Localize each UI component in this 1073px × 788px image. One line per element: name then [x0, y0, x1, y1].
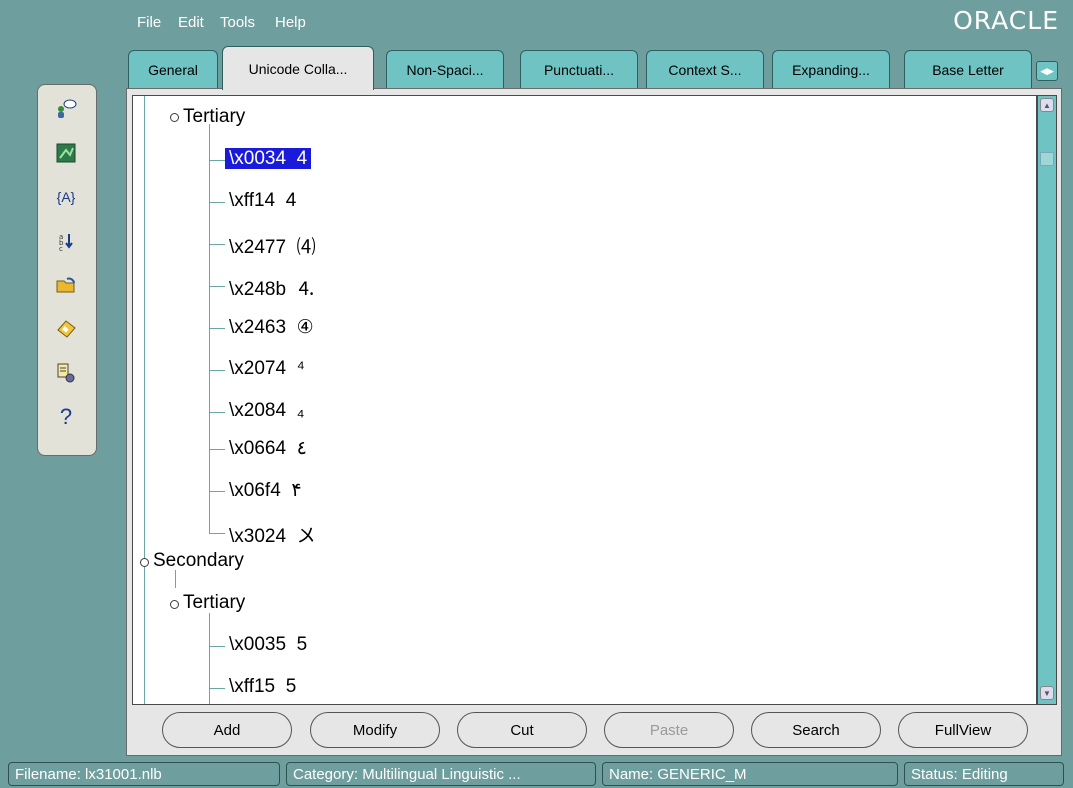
tree-branch [209, 244, 225, 245]
menu-file[interactable]: File [137, 14, 161, 31]
variable-braces-icon[interactable]: {A} [50, 183, 82, 211]
help-icon[interactable]: ? [50, 403, 82, 431]
collation-tree[interactable]: Tertiary \x0034 4 \xff14 4 \x2477 ⑷ \x24… [132, 95, 1037, 705]
fullview-button[interactable]: FullView [898, 712, 1028, 748]
settings-document-icon[interactable] [50, 359, 82, 387]
save-icon[interactable] [50, 315, 82, 343]
status-bar: Filename: lx31001.nlb Category: Multilin… [0, 758, 1073, 788]
tree-branch [209, 370, 225, 371]
tab-context-sensitive[interactable]: Context S... [646, 50, 764, 88]
search-button[interactable]: Search [751, 712, 881, 748]
tree-node-tertiary[interactable]: Tertiary [183, 592, 245, 614]
tree-branch [209, 412, 225, 413]
collapse-tertiary-icon[interactable] [170, 600, 179, 609]
tree-branch [209, 646, 225, 647]
svg-text:c: c [59, 245, 63, 252]
status-category: Category: Multilingual Linguistic ... [286, 762, 596, 786]
tree-entry[interactable]: \x2463 ④ [229, 316, 314, 339]
scroll-down-icon[interactable]: ▼ [1040, 686, 1054, 700]
tertiary-label: Tertiary [183, 592, 246, 613]
tool-palette: {A} abc ? [37, 84, 97, 456]
user-chat-icon[interactable] [50, 95, 82, 123]
tertiary-label: Tertiary [183, 106, 246, 127]
menu-edit[interactable]: Edit [178, 14, 204, 31]
status-state: Status: Editing [904, 762, 1064, 786]
menu-help[interactable]: Help [275, 14, 306, 31]
status-name: Name: GENERIC_M [602, 762, 898, 786]
tree-branch [209, 286, 225, 287]
tree-entry[interactable]: \x248b ⒋ [229, 274, 316, 301]
paste-button[interactable]: Paste [604, 712, 734, 748]
collapse-secondary-icon[interactable] [140, 558, 149, 567]
tree-entry[interactable]: \x0034 4 [225, 148, 312, 170]
open-folder-icon[interactable] [50, 271, 82, 299]
tree-branch [209, 202, 225, 203]
scroll-thumb[interactable] [1040, 152, 1054, 166]
tree-entry[interactable]: \x3024 〤 [229, 521, 316, 548]
tree-entry[interactable]: \xff15 5 [229, 676, 296, 698]
tree-guide-line [175, 570, 176, 588]
modify-button[interactable]: Modify [310, 712, 440, 748]
menu-bar: File Edit Tools Help ORACLE [0, 0, 1073, 40]
vertical-scrollbar[interactable]: ▲ ▼ [1037, 95, 1057, 705]
tab-bar: General Unicode Colla... Non-Spaci... Pu… [126, 46, 1058, 90]
tree-branch [209, 491, 225, 492]
tree-entry[interactable]: \x2477 ⑷ [229, 232, 316, 259]
tree-entry[interactable]: \x2074 ⁴ [229, 358, 305, 380]
oracle-logo: ORACLE [953, 6, 1059, 35]
tree-entry[interactable]: \x2084 ₄ [229, 400, 304, 422]
tree-entry[interactable]: \x0664 ٤ [229, 437, 307, 460]
tab-scroll-arrows-icon[interactable]: ◀▶ [1036, 61, 1058, 81]
tree-guide-line [209, 613, 210, 704]
tree-branch [209, 160, 225, 161]
collapse-tertiary-icon[interactable] [170, 113, 179, 122]
add-button[interactable]: Add [162, 712, 292, 748]
tree-branch [209, 449, 225, 450]
tree-branch [209, 533, 225, 534]
entry-code-selected: \x0034 4 [225, 148, 312, 169]
tree-node-secondary[interactable]: Secondary [153, 550, 244, 572]
tree-branch [209, 328, 225, 329]
tab-non-spacing[interactable]: Non-Spaci... [386, 50, 504, 88]
tree-entry[interactable]: \x0035 5 [229, 634, 307, 656]
tab-expanding[interactable]: Expanding... [772, 50, 890, 88]
secondary-label: Secondary [153, 550, 244, 571]
tree-branch [209, 688, 225, 689]
tree-entry[interactable]: \x06f4 ۴ [229, 479, 302, 502]
tab-general[interactable]: General [128, 50, 218, 88]
map-icon[interactable] [50, 139, 82, 167]
tree-node-tertiary[interactable]: Tertiary [183, 106, 245, 128]
status-filename: Filename: lx31001.nlb [8, 762, 280, 786]
cut-button[interactable]: Cut [457, 712, 587, 748]
tree-entry[interactable]: \xff14 4 [229, 190, 296, 212]
tree-guide-line [144, 96, 145, 704]
tab-unicode-collation[interactable]: Unicode Colla... [222, 46, 374, 90]
menu-tools[interactable]: Tools [220, 14, 255, 31]
scroll-up-icon[interactable]: ▲ [1040, 98, 1054, 112]
tab-base-letter[interactable]: Base Letter [904, 50, 1032, 88]
sort-icon[interactable]: abc [50, 227, 82, 255]
tab-punctuation[interactable]: Punctuati... [520, 50, 638, 88]
